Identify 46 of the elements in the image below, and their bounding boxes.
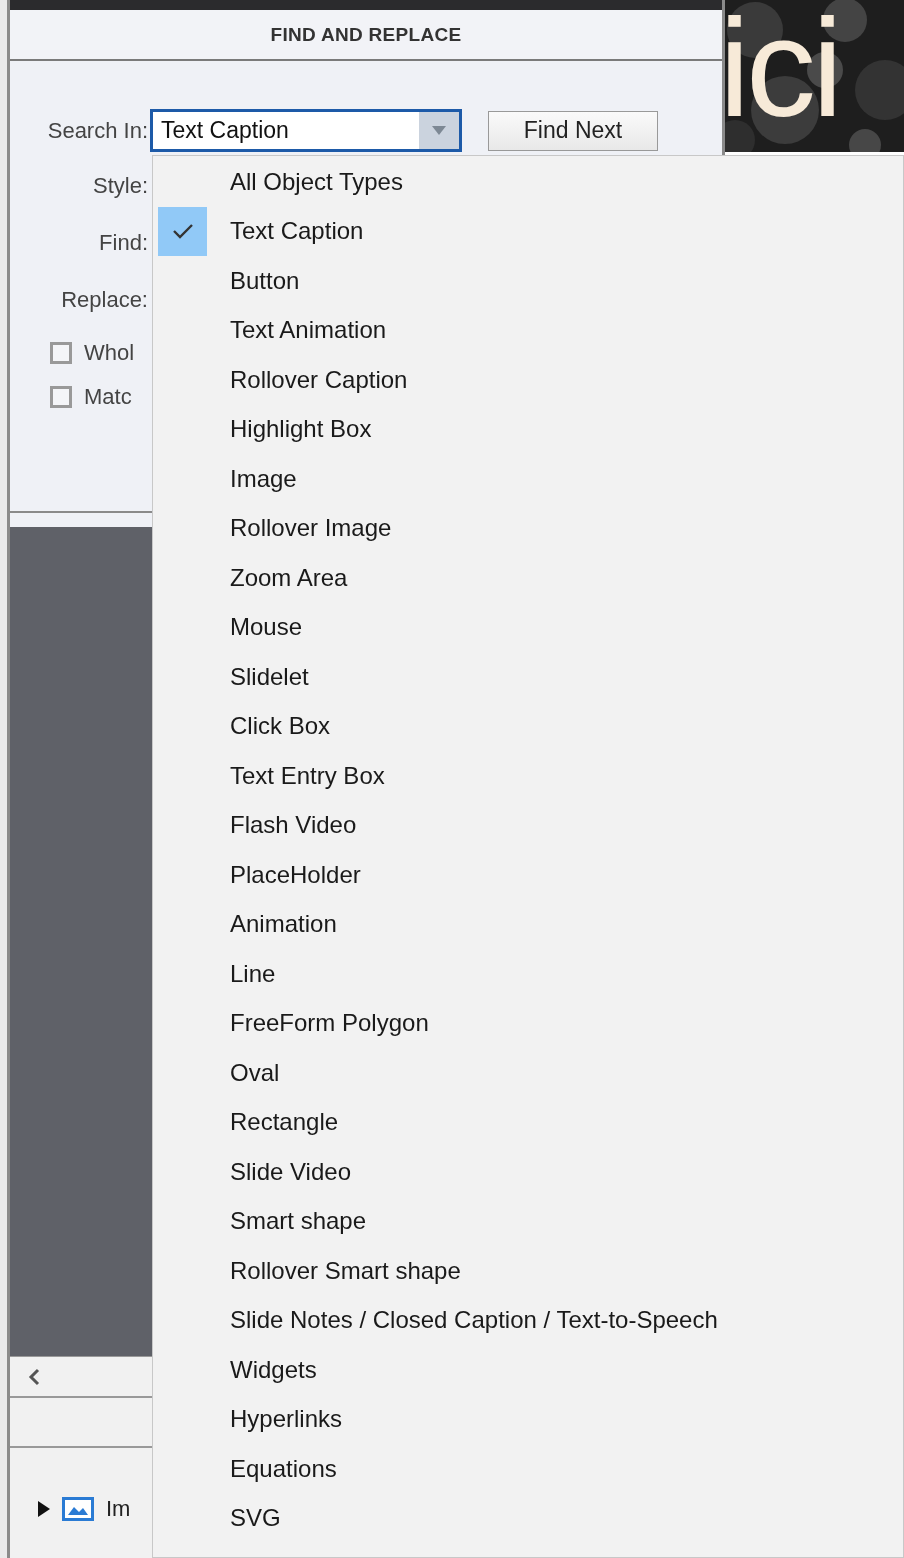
menu-item[interactable]: Highlight Box <box>230 415 372 444</box>
menu-item[interactable]: Slide Notes / Closed Caption / Text-to-Speech <box>230 1306 718 1335</box>
menu-item[interactable]: Zoom Area <box>230 563 348 592</box>
dialog-title: FIND AND REPLACE <box>270 23 462 46</box>
menu-item[interactable]: Hyperlinks <box>230 1405 343 1434</box>
menu-item[interactable]: Smart shape <box>230 1207 367 1236</box>
menu-item[interactable]: Rollover Image <box>230 514 392 543</box>
menu-item[interactable]: FreeForm Polygon <box>230 1009 429 1038</box>
field-label: Search In: <box>46 117 148 144</box>
menu-item[interactable]: Text Caption <box>230 217 364 246</box>
checkbox[interactable] <box>50 386 72 408</box>
menu-item[interactable]: Rectangle <box>230 1108 339 1137</box>
menu-item[interactable]: Oval <box>230 1058 280 1087</box>
menu-item[interactable]: Button <box>230 266 300 295</box>
menu-item[interactable]: Equations <box>230 1454 337 1483</box>
menu-item[interactable]: Rollover Caption <box>230 365 408 394</box>
field-label: Replace: <box>60 286 148 313</box>
menu-item[interactable]: Slide Video <box>230 1157 351 1186</box>
menu-item[interactable]: Text Entry Box <box>230 761 385 790</box>
checkbox-label: Matc <box>84 384 132 410</box>
menu-item[interactable]: Slidelet <box>230 662 309 691</box>
image-icon <box>62 1497 94 1521</box>
menu-item[interactable]: Rollover Smart shape <box>230 1256 461 1285</box>
dropdown-arrow-icon <box>432 126 446 135</box>
object-type-dropdown[interactable]: Text Caption <box>150 109 462 152</box>
menu-item[interactable]: Image <box>230 464 297 493</box>
menu-item[interactable]: PlaceHolder <box>230 860 361 889</box>
field-label: Style: <box>91 172 148 199</box>
expand-arrow-icon[interactable] <box>38 1501 50 1517</box>
menu-item[interactable]: Text Animation <box>230 316 387 345</box>
scroll-left-icon[interactable] <box>28 1367 40 1386</box>
menu-item[interactable]: Mouse <box>230 613 303 642</box>
menu-item[interactable]: All Object Types <box>230 167 403 196</box>
menu-item[interactable]: SVG <box>230 1504 281 1533</box>
menu-item[interactable]: Line <box>230 959 276 988</box>
menu-item[interactable]: Flash Video <box>230 811 357 840</box>
field-label: Find: <box>98 229 148 256</box>
menu-item[interactable]: Widgets <box>230 1355 317 1384</box>
checkmark-icon <box>171 223 194 240</box>
timeline-item-label: Im <box>106 1496 131 1522</box>
menu-item[interactable]: Click Box <box>230 712 331 741</box>
find-next-button[interactable]: Find Next <box>488 110 658 151</box>
slide-text: ici <box>725 12 840 124</box>
checkbox-label: Whol <box>84 340 135 366</box>
checkbox[interactable] <box>50 342 72 364</box>
menu-item[interactable]: Animation <box>230 910 337 939</box>
